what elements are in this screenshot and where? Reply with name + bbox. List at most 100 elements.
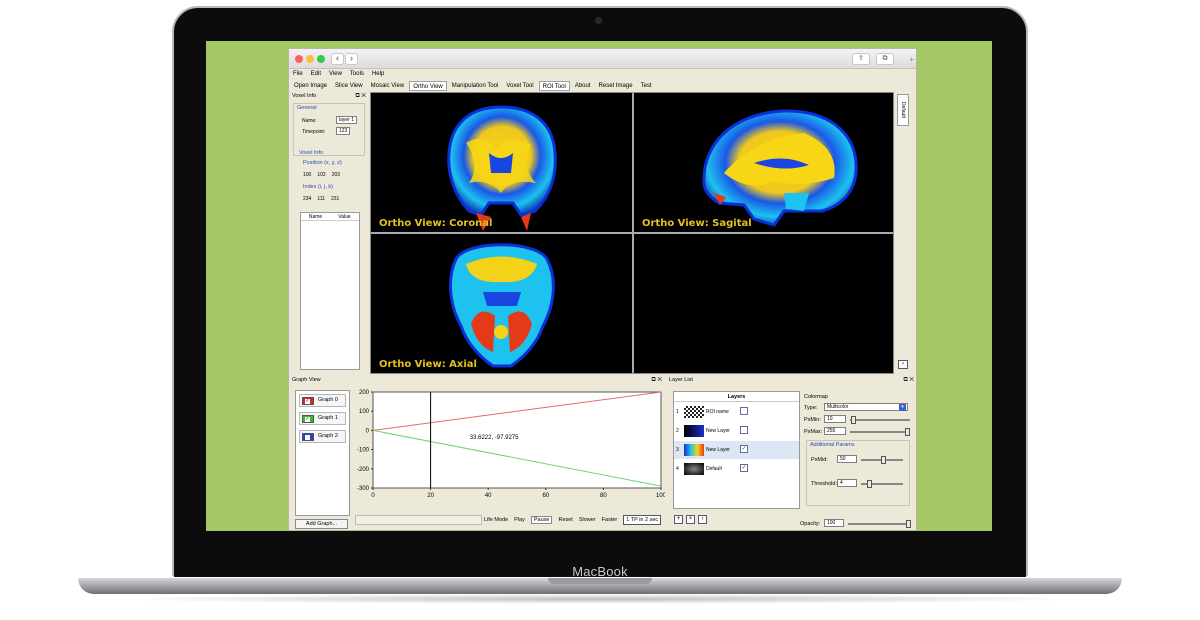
expand-icon[interactable]: › bbox=[898, 360, 908, 369]
life-mode-button[interactable]: Life Mode bbox=[484, 517, 508, 523]
additional-params-group: Additional Params PxMid: 50 Threshold: 4 bbox=[806, 440, 910, 506]
layer-thumbnail bbox=[684, 406, 704, 418]
colormap-type-select[interactable]: Multicolor ▾ bbox=[824, 403, 908, 411]
reset-image-button[interactable]: Reset Image bbox=[596, 81, 636, 91]
pxmid-slider-handle[interactable] bbox=[881, 456, 886, 464]
pxmax-value: 255 bbox=[827, 428, 836, 434]
slower-button[interactable]: Slower bbox=[579, 517, 596, 523]
menu-edit[interactable]: Edit bbox=[311, 71, 321, 77]
empty-view[interactable] bbox=[634, 234, 893, 373]
menu-file[interactable]: File bbox=[293, 71, 303, 77]
x-tick-label: 60 bbox=[542, 493, 549, 499]
graph-0-color-checkbox[interactable]: ✓ bbox=[302, 397, 314, 405]
position-values: 100 102 203 bbox=[303, 172, 340, 178]
reset-button[interactable]: Reset bbox=[558, 517, 572, 523]
graph-item-1[interactable]: ✓ Graph 1 bbox=[299, 412, 346, 425]
voxel-value-table[interactable]: Name Value bbox=[300, 212, 360, 370]
column-value[interactable]: Value bbox=[330, 213, 359, 220]
column-name[interactable]: Name bbox=[301, 213, 330, 220]
position-x: 100 bbox=[303, 172, 312, 178]
colormap-type-value: Multicolor bbox=[827, 404, 849, 410]
remove-layer-icon[interactable]: × bbox=[686, 515, 695, 524]
move-layer-icon[interactable]: ‹ bbox=[698, 515, 707, 524]
opacity-spinbox[interactable]: 100 bbox=[824, 519, 844, 527]
test-button[interactable]: Test bbox=[638, 81, 655, 91]
axial-brain-image bbox=[448, 243, 555, 368]
layers-header: Layers bbox=[674, 392, 799, 402]
back-icon[interactable]: ‹ bbox=[331, 53, 344, 65]
layer-name: Default bbox=[706, 466, 722, 472]
layer-thumbnail bbox=[684, 463, 704, 475]
menu-view[interactable]: View bbox=[329, 71, 342, 77]
voxel-info-title: Voxel Info bbox=[292, 93, 317, 99]
x-tick-label: 100 bbox=[656, 493, 665, 499]
sagital-view[interactable]: Ortho View: Sagital bbox=[634, 93, 893, 232]
macbook-brand-label: MacBook bbox=[572, 564, 628, 579]
chevron-down-icon[interactable]: ▾ bbox=[899, 404, 906, 411]
close-window-button[interactable] bbox=[295, 55, 303, 63]
graph-2-color-checkbox[interactable] bbox=[302, 433, 314, 441]
pxmin-spinbox[interactable]: 10 bbox=[824, 415, 846, 423]
pause-button[interactable]: Pause bbox=[530, 516, 553, 524]
threshold-spinbox[interactable]: 4 bbox=[837, 479, 857, 487]
coronal-view[interactable]: Ortho View: Coronal bbox=[371, 93, 632, 232]
menu-tools[interactable]: Tools bbox=[350, 71, 364, 77]
minimize-window-button[interactable] bbox=[306, 55, 314, 63]
ortho-view-button[interactable]: Ortho View bbox=[409, 80, 447, 91]
pxmax-slider[interactable] bbox=[850, 431, 910, 433]
graph-panel-float-close-icon[interactable]: ⧉ ✕ bbox=[651, 376, 662, 384]
maximize-window-button[interactable] bbox=[317, 55, 325, 63]
graph-plot[interactable]: 2001000-100-200-3000 20 40 60 80 10033.6222, … bbox=[353, 386, 665, 512]
threshold-value: 4 bbox=[840, 480, 843, 486]
layer-visibility-checkbox[interactable] bbox=[740, 407, 748, 415]
graph-item-2[interactable]: Graph 2 bbox=[299, 430, 346, 443]
pxmid-spinbox[interactable]: 50 bbox=[837, 455, 857, 463]
add-layer-icon[interactable]: + bbox=[674, 515, 683, 524]
opacity-slider[interactable] bbox=[848, 523, 910, 525]
layer-row-3[interactable]: 3 New Layer ✓ bbox=[674, 441, 799, 459]
pxmax-spinbox[interactable]: 255 bbox=[824, 427, 846, 435]
axial-view[interactable]: Ortho View: Axial bbox=[371, 234, 632, 373]
tabs-icon[interactable]: ⧉ bbox=[876, 53, 894, 65]
layer-visibility-checkbox[interactable]: ✓ bbox=[740, 464, 748, 472]
graph-1-color-checkbox[interactable]: ✓ bbox=[302, 415, 314, 423]
graph-0-label: Graph 0 bbox=[318, 397, 338, 403]
layer-panel-float-close-icon[interactable]: ⧉ ✕ bbox=[903, 376, 914, 384]
name-field[interactable]: layer 1 bbox=[336, 116, 358, 124]
pxmin-slider[interactable] bbox=[850, 419, 910, 421]
layer-row-2[interactable]: 2 New Layer bbox=[674, 422, 799, 440]
opacity-slider-handle[interactable] bbox=[906, 520, 911, 528]
panel-float-close-icon[interactable]: ⧉ ✕ bbox=[355, 92, 366, 100]
roi-tool-button[interactable]: ROI Tool bbox=[538, 80, 570, 91]
voxel-tool-button[interactable]: Voxel Tool bbox=[503, 81, 536, 91]
layer-list-title: Layer List bbox=[669, 377, 693, 383]
layer-row-1[interactable]: 1 ROI name bbox=[674, 403, 799, 421]
threshold-slider-handle[interactable] bbox=[867, 480, 872, 488]
toolbar: Open Image Slice View Mosaic View Ortho … bbox=[291, 80, 914, 91]
mosaic-view-button[interactable]: Mosaic View bbox=[368, 81, 408, 91]
layer-row-4[interactable]: 4 Default ✓ bbox=[674, 460, 799, 478]
index-k: 231 bbox=[330, 196, 340, 202]
timepoint-field[interactable]: 123 bbox=[336, 127, 351, 135]
graph-status-field bbox=[355, 515, 482, 525]
slice-view-button[interactable]: Slice View bbox=[332, 81, 366, 91]
menu-help[interactable]: Help bbox=[372, 71, 384, 77]
pxmin-slider-handle[interactable] bbox=[851, 416, 856, 424]
default-side-tab[interactable]: Default bbox=[897, 94, 909, 126]
about-button[interactable]: About bbox=[572, 81, 594, 91]
y-tick-label: 200 bbox=[359, 390, 370, 396]
share-icon[interactable]: ⇪ bbox=[852, 53, 870, 65]
forward-icon[interactable]: › bbox=[345, 53, 358, 65]
open-image-button[interactable]: Open Image bbox=[291, 81, 330, 91]
layer-visibility-checkbox[interactable]: ✓ bbox=[740, 445, 748, 453]
faster-button[interactable]: Faster bbox=[602, 517, 618, 523]
view-splitter-horizontal[interactable] bbox=[371, 232, 893, 234]
graph-item-0[interactable]: ✓ Graph 0 bbox=[299, 394, 346, 407]
new-tab-icon[interactable]: + bbox=[909, 55, 914, 64]
manipulation-tool-button[interactable]: Manipulation Tool bbox=[449, 81, 502, 91]
layer-visibility-checkbox[interactable] bbox=[740, 426, 748, 434]
add-graph-button[interactable]: Add Graph... bbox=[295, 519, 348, 529]
pxmax-slider-handle[interactable] bbox=[905, 428, 910, 436]
play-button[interactable]: Play bbox=[514, 517, 525, 523]
layer-buttons: + × ‹ bbox=[674, 515, 707, 524]
